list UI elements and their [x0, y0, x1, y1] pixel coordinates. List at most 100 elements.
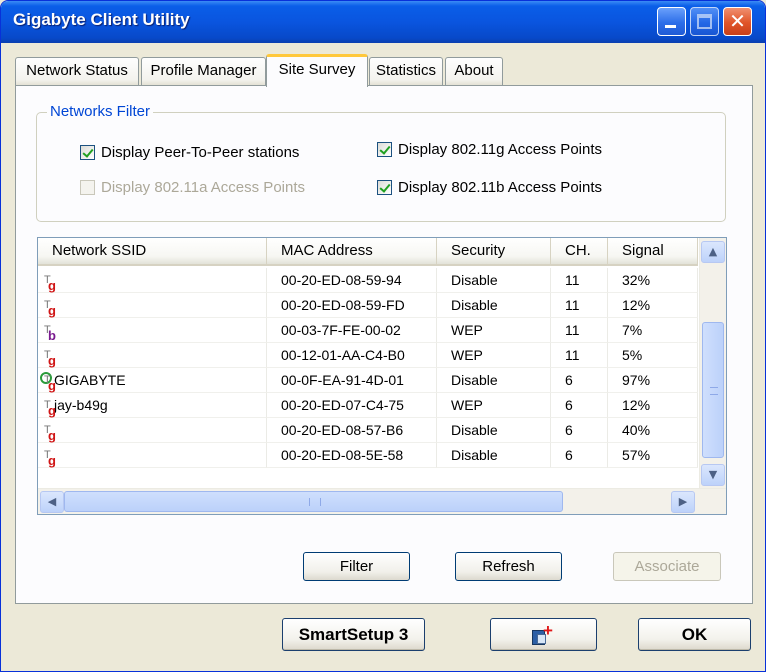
ok-button[interactable]: OK [638, 618, 751, 651]
cell-mac: 00-20-ED-08-5E-58 [267, 443, 437, 468]
table-row[interactable]: Tg GIGABYTE 00-0F-EA-91-4D-01 Disable 6 97% [38, 368, 698, 393]
minimize-icon [665, 25, 676, 28]
cell-ssid: Tg [38, 293, 267, 318]
col-channel[interactable]: CH. [551, 238, 608, 264]
checkbox-80211b[interactable] [377, 180, 392, 195]
table-row[interactable]: Tg jay-b49g 00-20-ED-07-C4-75 WEP 6 12% [38, 393, 698, 418]
access-point-icon: Tg [44, 424, 56, 444]
grip-icon [710, 387, 718, 395]
scroll-left-button[interactable]: ◀ [40, 491, 64, 513]
tab-network-status[interactable]: Network Status [15, 57, 139, 85]
vertical-scrollbar[interactable]: ▲ ▼ [699, 238, 726, 488]
table-row[interactable]: Tb 00-03-7F-FE-00-02 WEP 11 7% [38, 318, 698, 343]
cell-security: WEP [437, 393, 551, 418]
cell-ch: 11 [551, 293, 608, 318]
cell-security: Disable [437, 368, 551, 393]
cell-signal: 7% [608, 318, 698, 343]
tab-about[interactable]: About [445, 57, 503, 85]
add-network-icon: + [532, 622, 554, 645]
cell-signal: 12% [608, 393, 698, 418]
cell-ssid: Tg GIGABYTE [38, 368, 267, 393]
cell-ch: 6 [551, 443, 608, 468]
filter-peer-to-peer[interactable]: Display Peer-To-Peer stations [80, 144, 299, 161]
checkbox-peer-to-peer[interactable] [80, 145, 95, 160]
access-point-icon: Tg [44, 274, 56, 294]
checkbox-80211a [80, 180, 95, 195]
maximize-button[interactable] [690, 7, 719, 36]
cell-ch: 6 [551, 393, 608, 418]
cell-security: Disable [437, 418, 551, 443]
window-title: Gigabyte Client Utility [13, 10, 190, 29]
tab-profile-manager[interactable]: Profile Manager [141, 57, 266, 85]
add-profile-button[interactable]: + [490, 618, 597, 651]
checkbox-80211g[interactable] [377, 142, 392, 157]
cell-ssid: Tb [38, 318, 267, 343]
table-row[interactable]: Tg 00-20-ED-08-59-94 Disable 11 32% [38, 268, 698, 293]
cell-security: WEP [437, 343, 551, 368]
cell-ssid: Tg [38, 418, 267, 443]
refresh-button[interactable]: Refresh [455, 552, 562, 581]
cell-signal: 97% [608, 368, 698, 393]
cell-signal: 40% [608, 418, 698, 443]
horizontal-scrollbar[interactable]: ◀ ▶ [38, 488, 726, 514]
cell-security: WEP [437, 318, 551, 343]
filter-button[interactable]: Filter [303, 552, 410, 581]
app-window: Gigabyte Client Utility ✕ Network Status… [0, 0, 766, 672]
associate-button: Associate [613, 552, 721, 581]
cell-signal: 57% [608, 443, 698, 468]
col-security[interactable]: Security [437, 238, 551, 264]
cell-ch: 11 [551, 268, 608, 293]
list-header: Network SSID MAC Address Security CH. Si… [38, 238, 698, 266]
cell-signal: 5% [608, 343, 698, 368]
table-row[interactable]: Tg 00-20-ED-08-59-FD Disable 11 12% [38, 293, 698, 318]
access-point-icon: Tg [44, 349, 56, 369]
cell-mac: 00-03-7F-FE-00-02 [267, 318, 437, 343]
cell-mac: 00-0F-EA-91-4D-01 [267, 368, 437, 393]
col-network-ssid[interactable]: Network SSID [38, 238, 267, 264]
cell-security: Disable [437, 443, 551, 468]
tab-site-survey[interactable]: Site Survey [266, 54, 368, 87]
title-bar[interactable]: Gigabyte Client Utility ✕ [1, 1, 765, 43]
access-point-icon: Tg [44, 449, 56, 469]
maximize-icon [697, 14, 712, 29]
site-survey-panel: Networks Filter Display Peer-To-Peer sta… [15, 85, 753, 604]
scroll-right-button[interactable]: ▶ [671, 491, 695, 513]
grip-icon [309, 498, 321, 506]
label-80211a: Display 802.11a Access Points [101, 179, 306, 196]
col-signal[interactable]: Signal [608, 238, 698, 264]
tab-statistics[interactable]: Statistics [369, 57, 443, 85]
access-point-icon: Tb [44, 324, 56, 344]
minimize-button[interactable] [657, 7, 686, 36]
cell-mac: 00-12-01-AA-C4-B0 [267, 343, 437, 368]
filter-80211b[interactable]: Display 802.11b Access Points [377, 179, 602, 196]
access-point-icon: Tg [44, 399, 56, 419]
cell-mac: 00-20-ED-08-59-FD [267, 293, 437, 318]
ssid-text: GIGABYTE [54, 372, 126, 388]
label-80211g: Display 802.11g Access Points [398, 141, 603, 158]
connected-network-icon: Tg [40, 372, 56, 392]
site-survey-list[interactable]: Network SSID MAC Address Security CH. Si… [37, 237, 727, 515]
cell-signal: 12% [608, 293, 698, 318]
cell-ch: 6 [551, 368, 608, 393]
horizontal-scroll-thumb[interactable] [64, 491, 563, 512]
label-80211b: Display 802.11b Access Points [398, 179, 603, 196]
networks-filter-group: Networks Filter Display Peer-To-Peer sta… [36, 103, 726, 222]
cell-signal: 32% [608, 268, 698, 293]
filter-80211a: Display 802.11a Access Points [80, 179, 305, 196]
cell-mac: 00-20-ED-08-59-94 [267, 268, 437, 293]
filter-80211g[interactable]: Display 802.11g Access Points [377, 141, 602, 158]
table-row[interactable]: Tg 00-20-ED-08-5E-58 Disable 6 57% [38, 443, 698, 468]
ssid-text: jay-b49g [54, 397, 108, 413]
cell-mac: 00-20-ED-07-C4-75 [267, 393, 437, 418]
scroll-up-button[interactable]: ▲ [701, 241, 725, 263]
label-peer-to-peer: Display Peer-To-Peer stations [101, 144, 300, 161]
cell-security: Disable [437, 268, 551, 293]
vertical-scroll-thumb[interactable] [702, 322, 724, 458]
table-row[interactable]: Tg 00-20-ED-08-57-B6 Disable 6 40% [38, 418, 698, 443]
scroll-down-button[interactable]: ▼ [701, 464, 725, 486]
smartsetup-button[interactable]: SmartSetup 3 [282, 618, 425, 651]
table-row[interactable]: Tg 00-12-01-AA-C4-B0 WEP 11 5% [38, 343, 698, 368]
close-button[interactable]: ✕ [723, 7, 752, 36]
networks-filter-legend: Networks Filter [47, 103, 154, 120]
col-mac-address[interactable]: MAC Address [267, 238, 437, 264]
